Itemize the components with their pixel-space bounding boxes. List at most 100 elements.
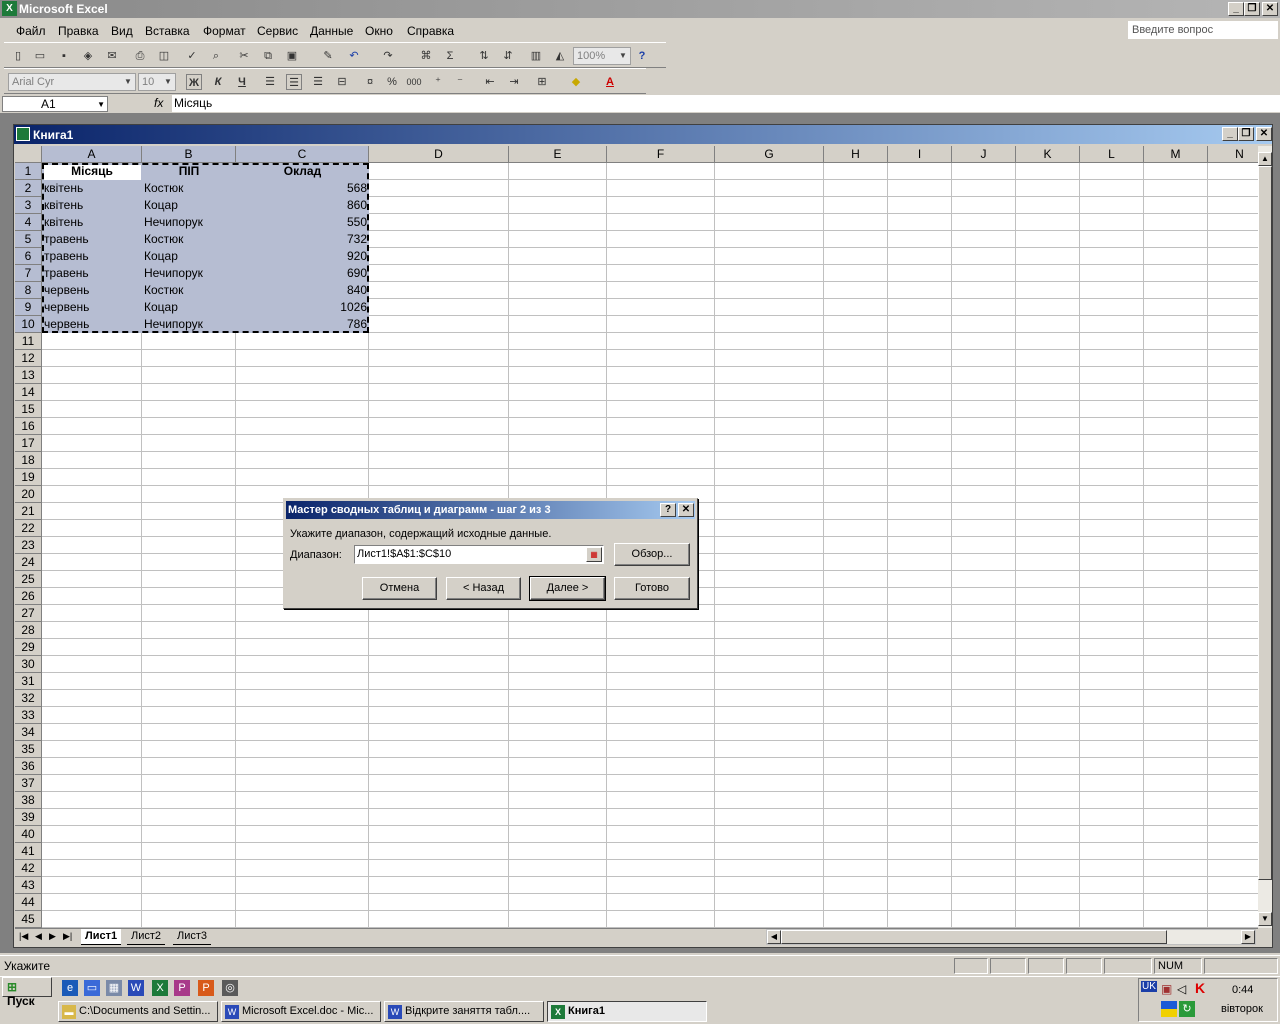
- italic-button[interactable]: К: [210, 74, 226, 90]
- row-header[interactable]: 43: [15, 877, 42, 894]
- undo-icon[interactable]: ↶: [346, 48, 362, 64]
- paste-icon[interactable]: ▣: [284, 48, 300, 64]
- powerpoint-icon[interactable]: P: [198, 980, 214, 996]
- restore-icon[interactable]: ❐: [1244, 2, 1260, 16]
- sort-ascending-icon[interactable]: ⇅: [476, 48, 492, 64]
- select-all-corner[interactable]: [15, 146, 42, 163]
- row-header[interactable]: 23: [15, 537, 42, 554]
- antivirus-icon[interactable]: K: [1195, 980, 1205, 996]
- menu-format[interactable]: Формат: [203, 24, 246, 38]
- font-name-combo[interactable]: Arial Cyr ▼: [8, 73, 136, 91]
- underline-button[interactable]: Ч: [234, 74, 250, 90]
- new-icon[interactable]: ▯: [10, 48, 26, 64]
- clock[interactable]: 0:44: [1232, 984, 1253, 996]
- vertical-scrollbar[interactable]: ▲ ▼: [1258, 146, 1272, 928]
- column-header[interactable]: G: [715, 146, 824, 163]
- redo-icon[interactable]: ↷: [380, 48, 396, 64]
- row-header[interactable]: 24: [15, 554, 42, 571]
- hyperlink-icon[interactable]: ⌘: [418, 48, 434, 64]
- fx-icon[interactable]: fx: [154, 96, 163, 110]
- menu-tools[interactable]: Сервис: [257, 24, 298, 38]
- increase-decimal-icon[interactable]: ⁺: [430, 74, 446, 90]
- formula-input[interactable]: Місяць: [172, 95, 1280, 112]
- cut-icon[interactable]: ✂: [236, 48, 252, 64]
- currency-icon[interactable]: ¤: [362, 74, 378, 90]
- bold-button[interactable]: Ж: [186, 74, 202, 90]
- thousands-button[interactable]: 000: [406, 74, 422, 90]
- column-header[interactable]: F: [607, 146, 715, 163]
- column-header[interactable]: I: [888, 146, 952, 163]
- scroll-up-icon[interactable]: ▲: [1258, 152, 1272, 166]
- sheet-tab-1[interactable]: Лист1: [81, 929, 122, 945]
- help-icon[interactable]: ?: [634, 48, 650, 64]
- row-header[interactable]: 37: [15, 775, 42, 792]
- media-player-icon[interactable]: ◎: [222, 980, 238, 996]
- menu-edit[interactable]: Правка: [58, 24, 99, 38]
- last-sheet-icon[interactable]: ▶|: [63, 931, 72, 942]
- print-preview-icon[interactable]: ◫: [156, 48, 172, 64]
- row-header[interactable]: 16: [15, 418, 42, 435]
- column-header[interactable]: C: [236, 146, 369, 163]
- volume-icon[interactable]: ◁: [1177, 982, 1186, 996]
- align-left-icon[interactable]: ☰: [262, 74, 278, 90]
- ie-icon[interactable]: e: [62, 980, 78, 996]
- scroll-right-icon[interactable]: ▶: [1241, 930, 1255, 944]
- row-header[interactable]: 32: [15, 690, 42, 707]
- font-color-icon[interactable]: A: [602, 74, 618, 90]
- ask-question-box[interactable]: Введите вопрос: [1128, 21, 1278, 39]
- row-header[interactable]: 13: [15, 367, 42, 384]
- scroll-down-icon[interactable]: ▼: [1258, 912, 1272, 926]
- minimize-icon[interactable]: _: [1228, 2, 1244, 16]
- fill-color-icon[interactable]: ◆: [568, 74, 584, 90]
- menu-file[interactable]: Файл: [16, 24, 46, 38]
- align-center-icon[interactable]: ☰: [286, 74, 302, 90]
- wb-restore-icon[interactable]: ❐: [1238, 127, 1254, 141]
- next-button[interactable]: Далее >: [529, 576, 606, 601]
- format-painter-icon[interactable]: ✎: [320, 48, 336, 64]
- open-icon[interactable]: ▭: [32, 48, 48, 64]
- finish-button[interactable]: Готово: [614, 577, 690, 600]
- column-header[interactable]: K: [1016, 146, 1080, 163]
- decrease-indent-icon[interactable]: ⇤: [482, 74, 498, 90]
- row-header[interactable]: 14: [15, 384, 42, 401]
- column-header[interactable]: J: [952, 146, 1016, 163]
- column-header[interactable]: H: [824, 146, 888, 163]
- row-header[interactable]: 1: [15, 163, 42, 180]
- row-header[interactable]: 38: [15, 792, 42, 809]
- task-word-doc-2[interactable]: W Відкрите заняття табл....: [384, 1001, 544, 1022]
- start-button[interactable]: ⊞ Пуск: [2, 977, 52, 1008]
- row-header[interactable]: 41: [15, 843, 42, 860]
- merge-center-icon[interactable]: ⊟: [334, 74, 350, 90]
- row-header[interactable]: 2: [15, 180, 42, 197]
- next-sheet-icon[interactable]: ▶: [49, 931, 56, 942]
- row-header[interactable]: 18: [15, 452, 42, 469]
- task-explorer[interactable]: ▬ C:\Documents and Settin...: [58, 1001, 218, 1022]
- autosum-icon[interactable]: Σ: [442, 48, 458, 64]
- row-header[interactable]: 29: [15, 639, 42, 656]
- row-header[interactable]: 40: [15, 826, 42, 843]
- row-header[interactable]: 30: [15, 656, 42, 673]
- row-header[interactable]: 36: [15, 758, 42, 775]
- horizontal-scrollbar[interactable]: ◀ ▶: [766, 929, 1256, 945]
- word-icon[interactable]: W: [128, 980, 144, 996]
- network-icon[interactable]: ▣: [1161, 982, 1172, 996]
- row-header[interactable]: 45: [15, 911, 42, 928]
- menu-window[interactable]: Окно: [365, 24, 393, 38]
- column-header[interactable]: L: [1080, 146, 1144, 163]
- row-header[interactable]: 42: [15, 860, 42, 877]
- menu-view[interactable]: Вид: [111, 24, 133, 38]
- scroll-thumb[interactable]: [1258, 166, 1272, 880]
- row-header[interactable]: 33: [15, 707, 42, 724]
- column-header[interactable]: N: [1208, 146, 1258, 163]
- row-header[interactable]: 31: [15, 673, 42, 690]
- row-header[interactable]: 3: [15, 197, 42, 214]
- row-header[interactable]: 22: [15, 520, 42, 537]
- row-header[interactable]: 39: [15, 809, 42, 826]
- email-icon[interactable]: ✉: [104, 48, 120, 64]
- wb-minimize-icon[interactable]: _: [1222, 127, 1238, 141]
- name-box[interactable]: A1 ▼: [2, 96, 108, 112]
- column-header[interactable]: D: [369, 146, 509, 163]
- menu-data[interactable]: Данные: [310, 24, 353, 38]
- back-button[interactable]: < Назад: [446, 577, 521, 600]
- align-right-icon[interactable]: ☰: [310, 74, 326, 90]
